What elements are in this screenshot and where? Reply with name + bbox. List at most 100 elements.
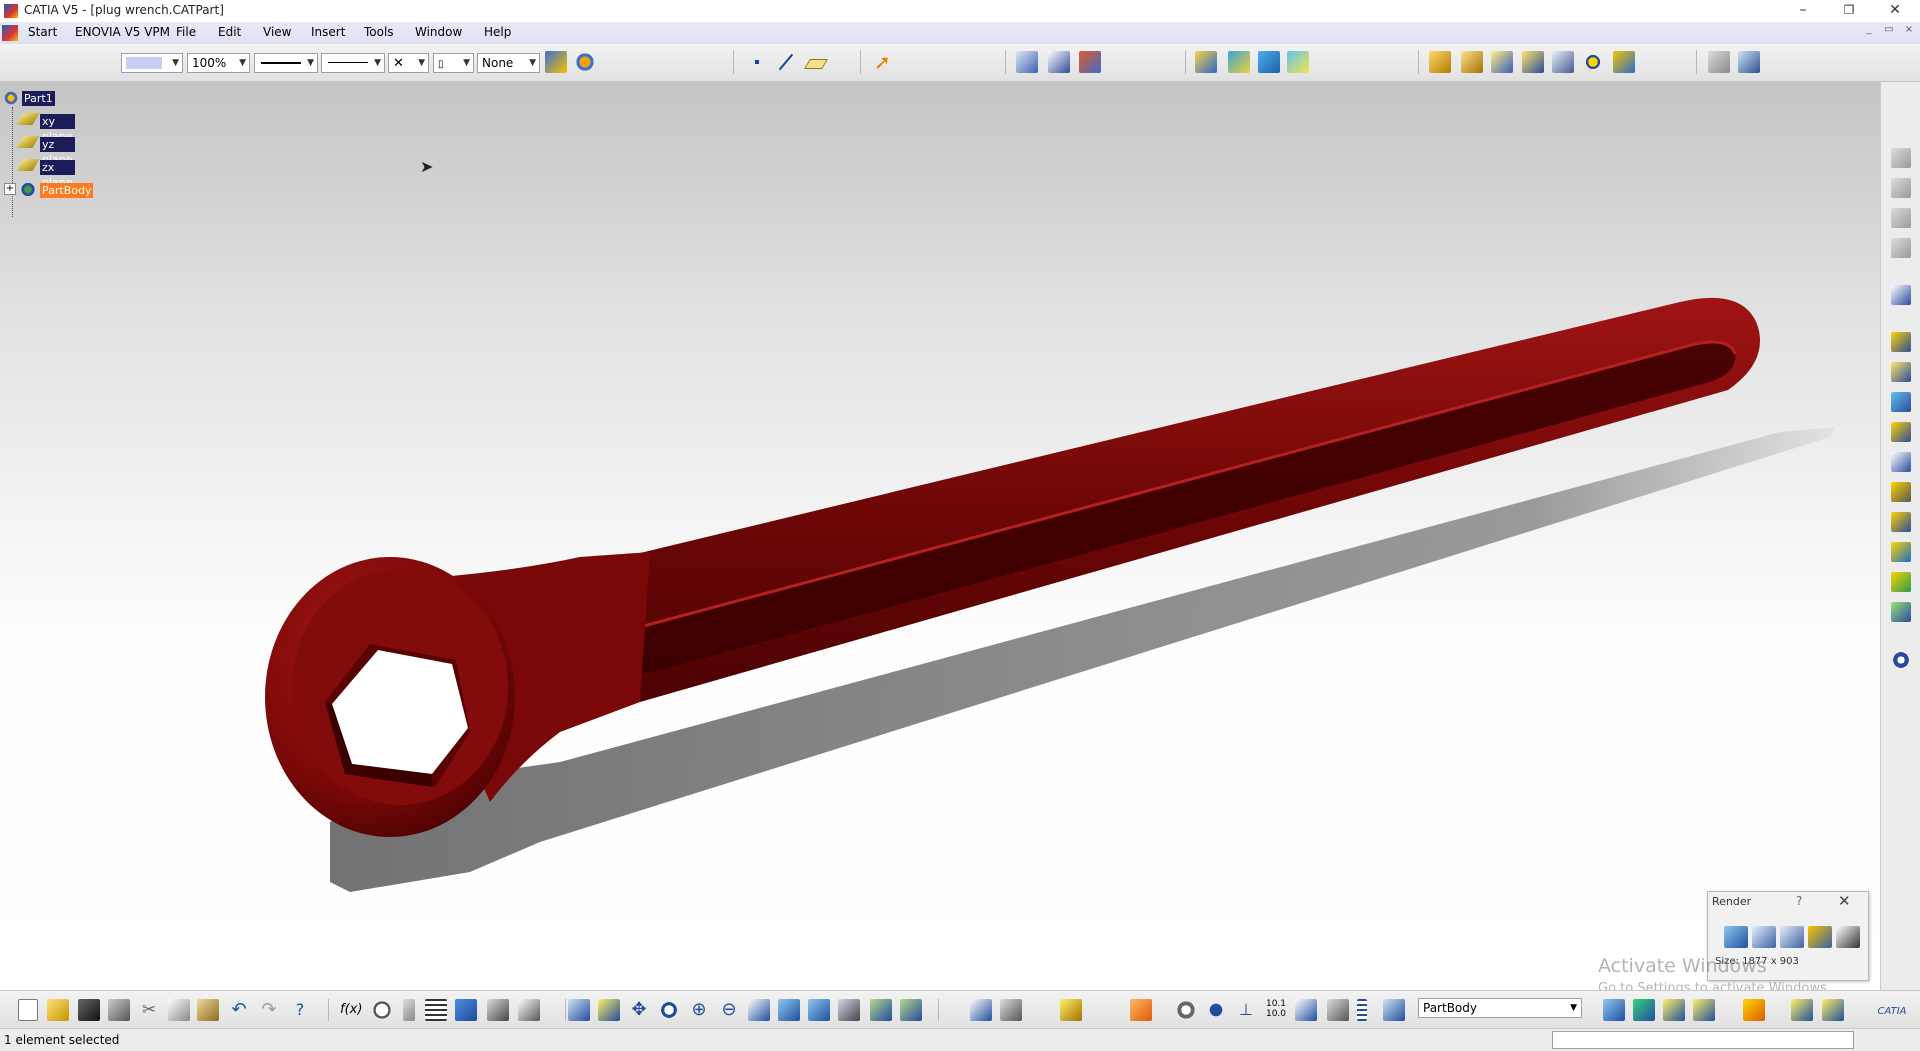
catalog-icon[interactable]	[1287, 51, 1309, 73]
wrench-model[interactable]	[0, 82, 1880, 990]
split-icon[interactable]	[1603, 999, 1625, 1021]
pocket-icon[interactable]	[1461, 51, 1483, 73]
tree-structure-icon[interactable]	[455, 999, 477, 1021]
groove-icon[interactable]	[1522, 51, 1544, 73]
tree-root-part1[interactable]: Part1	[22, 91, 55, 106]
surface-icon[interactable]	[1228, 51, 1250, 73]
plane-icon[interactable]	[804, 51, 828, 73]
tree-item-xy-plane[interactable]: xy plane	[40, 114, 75, 143]
axis-system-icon[interactable]: ⊥	[1235, 999, 1257, 1021]
rib-icon[interactable]	[1613, 51, 1635, 73]
tree-item-partbody[interactable]: PartBody	[40, 183, 94, 198]
close-button[interactable]: ✕	[1872, 0, 1918, 22]
linetype-combo[interactable]: ▼	[321, 53, 385, 73]
sketch-based-icon[interactable]	[1891, 148, 1911, 168]
fit-all-icon[interactable]	[598, 999, 620, 1021]
reorder-icon[interactable]	[518, 999, 540, 1021]
print-icon[interactable]	[108, 999, 130, 1021]
doc-close-button[interactable]: ×	[1900, 24, 1918, 40]
transform-icon[interactable]	[1891, 178, 1911, 198]
pocket-side-icon[interactable]	[1891, 362, 1911, 382]
menu-enovia[interactable]: ENOVIA V5 VPM	[75, 25, 170, 39]
doc-minimize-button[interactable]: _	[1860, 24, 1878, 40]
update-icon[interactable]	[970, 999, 992, 1021]
zoom-in-icon[interactable]: ⊕	[688, 999, 710, 1021]
sketcher-icon[interactable]	[1891, 285, 1911, 305]
units-icon[interactable]: 10.1 10.0	[1265, 999, 1287, 1021]
text-leader-icon[interactable]	[1048, 51, 1070, 73]
properties-icon[interactable]	[574, 51, 596, 73]
dimension-icon[interactable]	[1016, 51, 1038, 73]
boolean-icon[interactable]	[1891, 208, 1911, 228]
gear-icon[interactable]	[1891, 650, 1911, 670]
3d-viewport[interactable]: Part1 xy plane yz plane zx plane + PartB…	[0, 82, 1880, 990]
render-close-button[interactable]: ✕	[1838, 892, 1851, 910]
minimize-button[interactable]: –	[1780, 0, 1826, 22]
whats-this-icon[interactable]: ?	[289, 999, 311, 1021]
shaft-side-icon[interactable]	[1891, 392, 1911, 412]
hole-side-icon[interactable]	[1891, 452, 1911, 472]
multi-view-icon[interactable]	[778, 999, 800, 1021]
point-symbol-combo[interactable]: ✕ ▼	[388, 53, 429, 73]
line-icon[interactable]	[774, 51, 796, 73]
color-combo[interactable]: ▼	[121, 53, 183, 73]
menu-insert[interactable]: Insert	[311, 25, 345, 39]
linewidth-combo[interactable]: ▼	[254, 53, 318, 73]
render-options-icon[interactable]	[1752, 926, 1776, 948]
remove-loft-side-icon[interactable]	[1891, 602, 1911, 622]
render-album-icon[interactable]	[1780, 926, 1804, 948]
shading-icon[interactable]	[838, 999, 860, 1021]
law-icon[interactable]	[403, 999, 415, 1021]
menu-help[interactable]: Help	[484, 25, 511, 39]
hole-icon[interactable]	[1552, 51, 1574, 73]
list-icon[interactable]	[1357, 999, 1367, 1021]
paint-icon[interactable]	[1743, 999, 1765, 1021]
wireframe-icon[interactable]	[1258, 51, 1280, 73]
rib-side-icon[interactable]	[1891, 482, 1911, 502]
cut-icon[interactable]: ✂	[138, 999, 160, 1021]
copy-icon[interactable]	[168, 999, 190, 1021]
select-arrow-icon[interactable]: ➚	[874, 51, 896, 73]
shaft-icon[interactable]	[1491, 51, 1513, 73]
menu-window[interactable]: Window	[415, 25, 462, 39]
layer-combo[interactable]: None ▼	[477, 53, 540, 73]
parameter-icon[interactable]	[1327, 999, 1349, 1021]
save-icon[interactable]	[78, 999, 100, 1021]
knowledge-icon[interactable]	[371, 999, 393, 1021]
fly-mode-icon[interactable]	[568, 999, 590, 1021]
redo-icon[interactable]: ↷	[258, 999, 280, 1021]
hide-show-icon[interactable]	[870, 999, 892, 1021]
work-object-combo[interactable]: PartBody ▼	[1418, 998, 1582, 1018]
table-icon[interactable]	[425, 999, 447, 1021]
tree-item-zx-plane[interactable]: zx plane	[40, 160, 75, 189]
close-surface-icon[interactable]	[1693, 999, 1715, 1021]
menu-start[interactable]: Start	[28, 25, 57, 39]
reference-icon[interactable]	[1891, 238, 1911, 258]
doc-restore-button[interactable]: ▭	[1880, 24, 1898, 40]
capture-icon[interactable]	[1724, 926, 1748, 948]
sew-icon[interactable]	[1633, 999, 1655, 1021]
help-button[interactable]: ?	[1796, 894, 1802, 908]
open-folder-icon[interactable]	[47, 999, 69, 1021]
screenshot-icon[interactable]	[1130, 999, 1152, 1021]
normal-view-icon[interactable]	[748, 999, 770, 1021]
iso-view-icon[interactable]	[808, 999, 830, 1021]
measure-icon[interactable]	[487, 999, 509, 1021]
analysis-icon[interactable]	[1195, 51, 1217, 73]
update-all-icon[interactable]	[1175, 999, 1197, 1021]
formula-icon[interactable]: f(x)	[340, 999, 362, 1021]
cut-section-icon[interactable]	[1738, 51, 1760, 73]
menu-tools[interactable]: Tools	[364, 25, 394, 39]
command-input[interactable]	[1552, 1031, 1854, 1049]
transparency-combo[interactable]: 100% ▼	[187, 53, 250, 73]
dress-up-icon[interactable]	[1708, 51, 1730, 73]
define-work-object-icon[interactable]	[1383, 999, 1405, 1021]
pad-icon[interactable]	[1429, 51, 1451, 73]
groove-side-icon[interactable]	[1891, 422, 1911, 442]
flag-note-icon[interactable]	[1079, 51, 1101, 73]
tree-item-yz-plane[interactable]: yz plane	[40, 137, 75, 166]
tree-expand-button[interactable]: +	[4, 183, 16, 195]
document-icon[interactable]	[2, 25, 18, 41]
paste-icon[interactable]	[197, 999, 219, 1021]
apply-material-icon[interactable]	[1060, 999, 1082, 1021]
